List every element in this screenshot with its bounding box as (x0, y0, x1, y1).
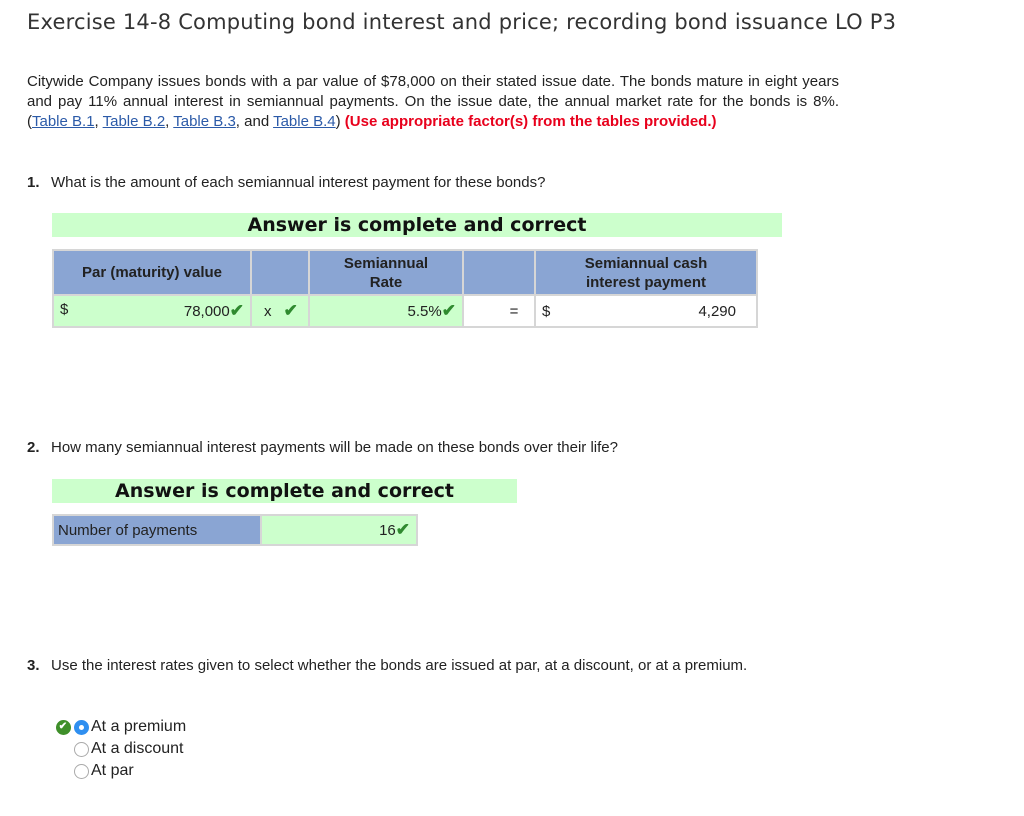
header-semiannual-rate: Semiannual Rate (308, 249, 464, 296)
table-b4-link[interactable]: Table B.4 (273, 113, 336, 130)
header-operator (250, 249, 310, 296)
empty-status (55, 763, 71, 779)
option-label[interactable]: At a discount (91, 738, 184, 760)
question-number: 1. (27, 174, 40, 191)
problem-statement: Citywide Company issues bonds with a par… (27, 72, 839, 132)
question-text: What is the amount of each semiannual in… (51, 174, 546, 191)
separator: , (94, 113, 103, 130)
rate-cell[interactable]: 5.5%✔ (308, 294, 464, 328)
answer-status-banner: Answer is complete and correct (52, 479, 517, 503)
radio-at-a-premium[interactable] (74, 719, 89, 735)
option-label[interactable]: At par (91, 760, 134, 782)
question-number: 2. (27, 439, 40, 456)
par-value-input[interactable]: 78,000 (184, 303, 230, 320)
question-1: 1. What is the amount of each semiannual … (27, 173, 545, 193)
option-at-par[interactable]: At par (55, 760, 186, 782)
payments-count-table: Number of payments 16✔ (52, 514, 418, 546)
equals-cell: = (462, 294, 536, 328)
question-number: 3. (27, 657, 40, 674)
table-b1-link[interactable]: Table B.1 (32, 113, 95, 130)
radio-at-a-discount[interactable] (74, 741, 89, 757)
par-value-cell[interactable]: $ 78,000✔ (52, 294, 252, 328)
answer-status-banner: Answer is complete and correct (52, 213, 782, 237)
issuance-type-radio-group: ✔ At a premium At a discount At par (55, 716, 186, 782)
operator-cell[interactable]: x ✔ (250, 294, 310, 328)
header-equals (462, 249, 536, 296)
question-text: Use the interest rates given to select w… (51, 657, 748, 674)
interest-payment-value: 4,290 (698, 302, 736, 320)
rate-input[interactable]: 5.5% (408, 303, 442, 320)
header-par-value: Par (maturity) value (52, 249, 252, 296)
currency-symbol: $ (542, 302, 551, 320)
payment-cell: $ 4,290 (534, 294, 758, 328)
radio-at-par[interactable] (74, 763, 89, 779)
equals-sign: = (509, 302, 519, 320)
correct-status: ✔ (55, 719, 71, 735)
question-3: 3. Use the interest rates given to select… (27, 656, 839, 676)
table-b3-link[interactable]: Table B.3 (173, 113, 236, 130)
interest-payment-table: Par (maturity) value Semiannual Rate Semi… (52, 249, 758, 328)
header-cash-interest: Semiannual cash interest payment (534, 249, 758, 296)
correct-check-icon: ✔ (55, 719, 71, 735)
question-text: How many semiannual interest payments wi… (51, 439, 618, 456)
check-icon: ✔ (229, 301, 244, 320)
question-2: 2. How many semiannual interest payments … (27, 438, 618, 458)
exercise-title: Exercise 14-8 Computing bond interest an… (27, 10, 897, 34)
instruction-note: (Use appropriate factor(s) from the tabl… (344, 113, 717, 130)
check-icon: ✔ (441, 301, 456, 320)
empty-status (55, 741, 71, 757)
option-at-a-premium[interactable]: ✔ At a premium (55, 716, 186, 738)
check-icon: ✔ (283, 301, 298, 320)
table-b2-link[interactable]: Table B.2 (103, 113, 166, 130)
number-of-payments-label: Number of payments (52, 514, 262, 546)
separator: , and (235, 113, 274, 130)
number-of-payments-cell[interactable]: 16✔ (260, 514, 418, 546)
number-of-payments-input[interactable]: 16 (379, 522, 396, 539)
option-label[interactable]: At a premium (91, 716, 186, 738)
multiply-operator[interactable]: x (264, 303, 272, 320)
currency-symbol: $ (60, 301, 69, 318)
check-icon: ✔ (395, 520, 410, 539)
option-at-a-discount[interactable]: At a discount (55, 738, 186, 760)
close-paren: ) (335, 113, 345, 130)
